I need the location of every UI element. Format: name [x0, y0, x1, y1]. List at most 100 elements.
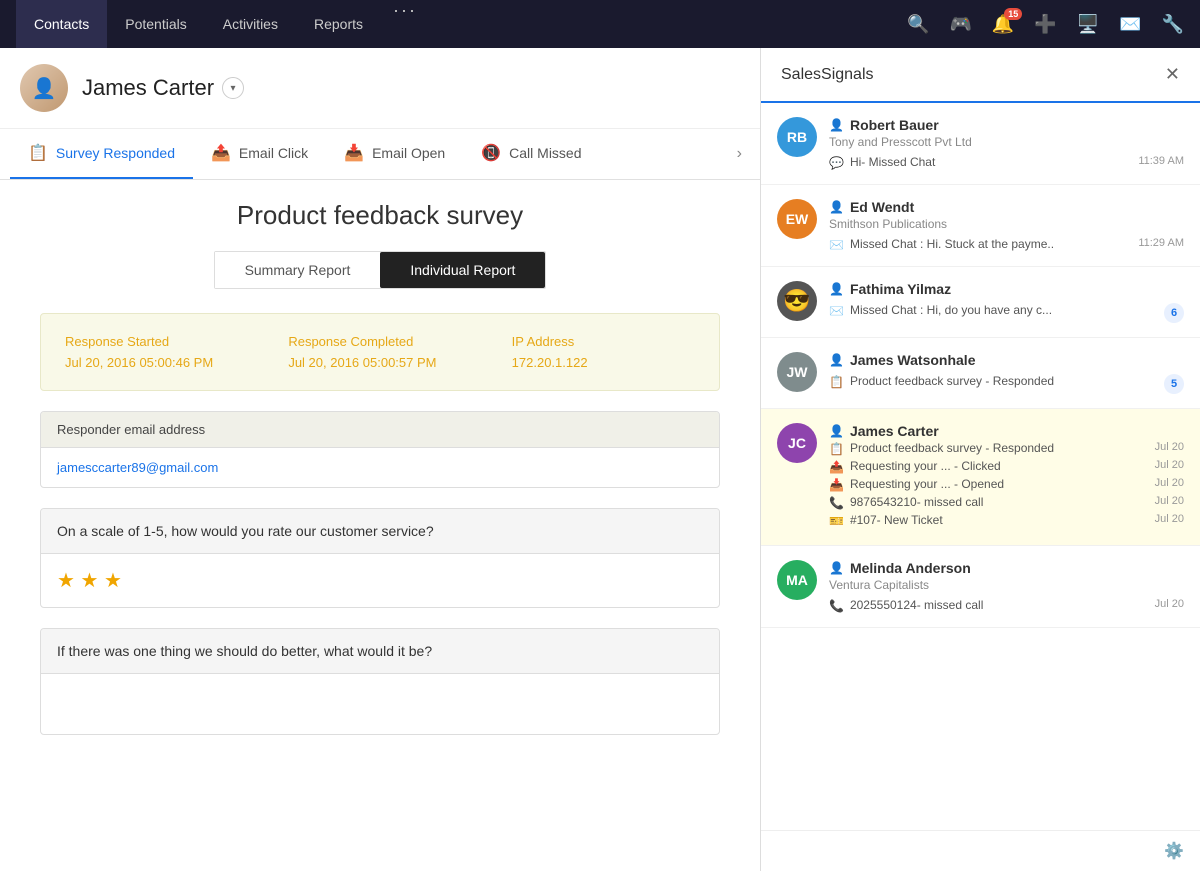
contact-name-watsonhale: James Watsonhale — [850, 352, 976, 368]
signals-settings-icon[interactable]: ⚙️ — [761, 830, 1200, 871]
avatar-fathima: 😎 — [777, 281, 817, 321]
report-tabs: Summary Report Individual Report — [214, 251, 547, 289]
tab-next-arrow[interactable]: › — [729, 145, 750, 163]
nav-tabs: Contacts Potentials Activities Reports ·… — [16, 0, 429, 48]
question-2-card: If there was one thing we should do bett… — [40, 628, 720, 735]
avatar-robert-bauer: RB — [777, 117, 817, 157]
tab-survey-responded[interactable]: 📋 Survey Responded — [10, 129, 193, 179]
signal-item-melinda[interactable]: MA 👤 Melinda Anderson Ventura Capitalist… — [761, 546, 1200, 628]
nav-tab-potentials[interactable]: Potentials — [107, 0, 204, 48]
company-ed-wendt: Smithson Publications — [829, 217, 1184, 231]
individual-report-tab[interactable]: Individual Report — [380, 252, 545, 288]
signals-header: SalesSignals ✕ — [761, 48, 1200, 103]
signal-item-watsonhale[interactable]: JW 👤 James Watsonhale 📋 Product feedback… — [761, 338, 1200, 409]
responder-email-label: Responder email address — [41, 412, 719, 448]
emailopen-icon-james: 📥 — [829, 478, 844, 492]
ip-value: 172.20.1.122 — [512, 355, 695, 370]
email-icon[interactable]: ✉️ — [1119, 14, 1141, 35]
callmissed-tab-icon: 📵 — [481, 143, 501, 163]
signal-item-robert-bauer[interactable]: RB 👤 Robert Bauer Tony and Presscott Pvt… — [761, 103, 1200, 185]
james-signal-row-3: 📥 Requesting your ... - Opened Jul 20 — [829, 477, 1184, 492]
responder-card: Responder email address jamesccarter89@g… — [40, 411, 720, 488]
company-melinda: Ventura Capitalists — [829, 578, 1184, 592]
ticket-icon-james: 🎫 — [829, 514, 844, 528]
signal-item-fathima[interactable]: 😎 👤 Fathima Yilmaz ✉️ Missed Chat : Hi, … — [761, 267, 1200, 338]
contact-name-melinda: Melinda Anderson — [850, 560, 971, 576]
signal-body-robert-bauer: 👤 Robert Bauer Tony and Presscott Pvt Lt… — [829, 117, 1184, 170]
james-signal-row-4: 📞 9876543210- missed call Jul 20 — [829, 495, 1184, 510]
badge-watsonhale: 5 — [1164, 374, 1184, 394]
emailopen-tab-icon: 📥 — [344, 143, 364, 163]
signal-item-ed-wendt[interactable]: EW 👤 Ed Wendt Smithson Publications ✉️ M… — [761, 185, 1200, 267]
search-icon[interactable]: 🔍 — [907, 14, 929, 35]
signal-body-ed-wendt: 👤 Ed Wendt Smithson Publications ✉️ Miss… — [829, 199, 1184, 252]
tab-email-open[interactable]: 📥 Email Open — [326, 129, 463, 179]
nav-icons: 🔍 🎮 🔔 15 ➕ 🖥️ ✉️ 🔧 — [907, 14, 1184, 35]
responder-email-value: jamesccarter89@gmail.com — [41, 448, 719, 487]
emailclick-tab-icon: 📤 — [211, 143, 231, 163]
signal-body-james-carter: 👤 James Carter 📋 Product feedback survey… — [829, 423, 1184, 531]
add-icon[interactable]: ➕ — [1034, 14, 1056, 35]
signal-item-james-carter[interactable]: JC 👤 James Carter 📋 Product feedback sur… — [761, 409, 1200, 546]
question-1-text: On a scale of 1-5, how would you rate ou… — [41, 509, 719, 554]
main-area: 👤 James Carter ▾ 📋 Survey Responded 📤 Em… — [0, 48, 1200, 871]
right-panel: SalesSignals ✕ RB 👤 Robert Bauer Tony an… — [760, 48, 1200, 871]
nav-more-menu[interactable]: ··· — [381, 0, 429, 48]
response-completed-value: Jul 20, 2016 05:00:57 PM — [288, 355, 471, 370]
games-icon[interactable]: 🎮 — [949, 14, 971, 35]
time-robert-bauer: 11:39 AM — [1138, 155, 1184, 167]
question-1-stars: ★ ★ ★ — [41, 554, 719, 607]
signal-body-melinda: 👤 Melinda Anderson Ventura Capitalists 📞… — [829, 560, 1184, 613]
person-icon-fathima: 👤 — [829, 282, 844, 296]
response-completed-col: Response Completed Jul 20, 2016 05:00:57… — [288, 334, 471, 370]
contact-name-ed-wendt: Ed Wendt — [850, 199, 914, 215]
top-nav: Contacts Potentials Activities Reports ·… — [0, 0, 1200, 48]
james-signal-row-2: 📤 Requesting your ... - Clicked Jul 20 — [829, 459, 1184, 474]
ip-label: IP Address — [512, 334, 695, 349]
message-robert-bauer: Hi- Missed Chat — [850, 155, 1124, 169]
settings-icon[interactable]: 🔧 — [1162, 14, 1184, 35]
time-ed-wendt: 11:29 AM — [1138, 237, 1184, 249]
signals-title: SalesSignals — [781, 66, 874, 84]
signal-body-watsonhale: 👤 James Watsonhale 📋 Product feedback su… — [829, 352, 1184, 394]
person-icon-ed: 👤 — [829, 200, 844, 214]
notifications-icon[interactable]: 🔔 15 — [992, 14, 1014, 35]
contact-header: 👤 James Carter ▾ — [0, 48, 760, 129]
close-signals-button[interactable]: ✕ — [1165, 64, 1180, 85]
avatar-james-carter: JC — [777, 423, 817, 463]
nav-tab-contacts[interactable]: Contacts — [16, 0, 107, 48]
contact-dropdown[interactable]: ▾ — [222, 77, 244, 99]
person-icon: 👤 — [829, 118, 844, 132]
notification-badge: 15 — [1004, 8, 1022, 20]
james-signal-row-5: 🎫 #107- New Ticket Jul 20 — [829, 513, 1184, 528]
response-info: Response Started Jul 20, 2016 05:00:46 P… — [40, 313, 720, 391]
contact-name-james-carter: James Carter — [850, 423, 939, 439]
signal-body-fathima: 👤 Fathima Yilmaz ✉️ Missed Chat : Hi, do… — [829, 281, 1184, 323]
signals-list: RB 👤 Robert Bauer Tony and Presscott Pvt… — [761, 103, 1200, 830]
mail-icon-fathima: ✉️ — [829, 304, 844, 318]
survey-title: Product feedback survey — [40, 200, 720, 231]
signal-tabs: 📋 Survey Responded 📤 Email Click 📥 Email… — [0, 129, 760, 180]
nav-tab-reports[interactable]: Reports — [296, 0, 381, 48]
avatar: 👤 — [20, 64, 68, 112]
time-melinda: Jul 20 — [1155, 598, 1184, 610]
response-completed-label: Response Completed — [288, 334, 471, 349]
chat-icon-robert: 💬 — [829, 156, 844, 170]
survey-tab-icon: 📋 — [28, 143, 48, 163]
survey-icon-watsonhale: 📋 — [829, 375, 844, 389]
tab-call-missed[interactable]: 📵 Call Missed — [463, 129, 599, 179]
contact-name-fathima: Fathima Yilmaz — [850, 281, 951, 297]
response-started-value: Jul 20, 2016 05:00:46 PM — [65, 355, 248, 370]
screen-icon[interactable]: 🖥️ — [1077, 14, 1099, 35]
tab-email-click[interactable]: 📤 Email Click — [193, 129, 326, 179]
message-watsonhale: Product feedback survey - Responded — [850, 374, 1158, 388]
person-icon-james: 👤 — [829, 424, 844, 438]
nav-tab-activities[interactable]: Activities — [205, 0, 296, 48]
avatar-watsonhale: JW — [777, 352, 817, 392]
response-started-col: Response Started Jul 20, 2016 05:00:46 P… — [65, 334, 248, 370]
mail-icon-ed: ✉️ — [829, 238, 844, 252]
summary-report-tab[interactable]: Summary Report — [215, 252, 381, 288]
phone-icon-james: 📞 — [829, 496, 844, 510]
survey-icon-james: 📋 — [829, 442, 844, 456]
avatar-ed-wendt: EW — [777, 199, 817, 239]
